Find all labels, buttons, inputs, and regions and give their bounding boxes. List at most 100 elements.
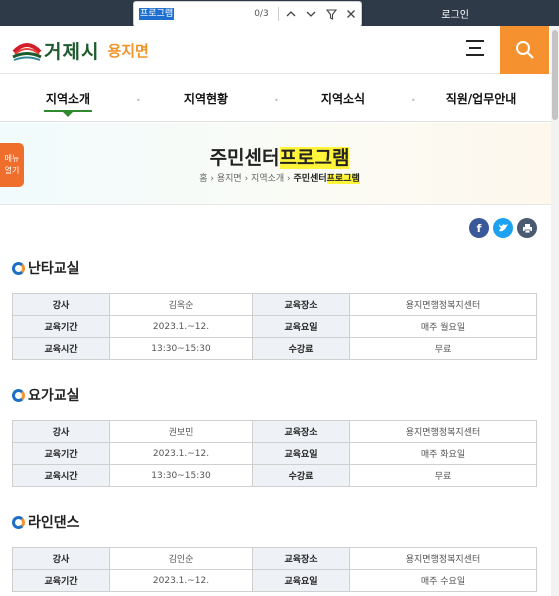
scrollbar-thumb[interactable] xyxy=(552,30,558,120)
table-key: 교육기간 xyxy=(12,569,110,592)
nav-item-status[interactable]: 지역현황 xyxy=(184,90,228,107)
site-logo[interactable]: 거제시 용지면 xyxy=(12,37,149,64)
hamburger-menu-button[interactable] xyxy=(466,40,484,58)
breadcrumb: 홈 › 용지면 › 지역소개 › 주민센터프로그램 xyxy=(0,171,559,184)
menu-bar-line xyxy=(466,54,484,56)
page-scrollbar[interactable] xyxy=(551,26,559,596)
table-value: 2023.1.~12. xyxy=(109,442,253,465)
page-title: 주민센터프로그램 xyxy=(0,143,559,170)
nav-item-intro[interactable]: 지역소개 xyxy=(43,90,93,112)
town-name: 용지면 xyxy=(107,42,149,60)
table-key: 교육요일 xyxy=(252,569,350,592)
section-title: 요가교실 xyxy=(12,385,80,405)
site-header: 거제시 용지면 xyxy=(0,26,559,74)
nav-separator: • xyxy=(411,96,416,105)
section-title-text: 요가교실 xyxy=(28,388,80,404)
section-title: 난타교실 xyxy=(12,258,80,278)
table-key: 교육장소 xyxy=(252,547,350,570)
table-value: 무료 xyxy=(349,464,537,487)
table-row: 교육기간 2023.1.~12. 교육요일 매주 월요일 xyxy=(12,315,537,338)
table-value: 매주 수요일 xyxy=(349,569,537,592)
table-value: 김인순 xyxy=(109,547,253,570)
chevron-right-icon: › xyxy=(210,174,214,184)
table-row: 강사 김옥순 교육장소 용지면행정복지센터 xyxy=(12,293,537,316)
nav-item-staff[interactable]: 직원/업무안내 xyxy=(446,90,517,107)
table-key: 강사 xyxy=(12,420,110,443)
table-value: 용지면행정복지센터 xyxy=(349,547,537,570)
section-title-text: 난타교실 xyxy=(28,261,80,277)
table-key: 교육요일 xyxy=(252,315,350,338)
nav-separator: • xyxy=(136,96,141,105)
find-query-text: 프로그램 xyxy=(139,8,175,20)
chevron-right-icon: › xyxy=(244,174,249,184)
table-row: 교육시간 13:30~15:30 수강료 무료 xyxy=(12,337,537,360)
table-key: 교육장소 xyxy=(252,420,350,443)
table-value: 13:30~15:30 xyxy=(109,337,253,360)
table-value: 무료 xyxy=(349,337,537,360)
menu-bar-line xyxy=(466,40,484,42)
chevron-up-icon xyxy=(286,11,296,17)
geoje-logo-mark xyxy=(12,42,42,61)
table-value: 2023.1.~12. xyxy=(109,569,253,592)
table-value: 용지면행정복지센터 xyxy=(349,420,537,443)
table-row: 교육시간 13:30~15:30 수강료 무료 xyxy=(12,464,537,487)
close-icon xyxy=(347,10,355,18)
page-title-prefix: 주민센터 xyxy=(209,147,280,169)
table-key: 교육기간 xyxy=(12,315,110,338)
program-info-table: 강사 권보민 교육장소 용지면행정복지센터 교육기간 2023.1.~12. 교육요일 매주… xyxy=(12,420,537,487)
table-key: 수강료 xyxy=(252,337,350,360)
find-in-page-bar: 프로그램 0/3 xyxy=(133,1,362,27)
page-title-highlight: 프로그램 xyxy=(279,147,350,169)
find-previous-button[interactable] xyxy=(281,4,301,24)
table-value: 2023.1.~12. xyxy=(109,315,253,338)
section-bullet-icon xyxy=(12,388,25,402)
facebook-icon: f xyxy=(476,221,482,235)
nav-item-news[interactable]: 지역소식 xyxy=(321,90,365,107)
table-key: 강사 xyxy=(12,293,110,316)
table-key: 수강료 xyxy=(252,464,350,487)
find-close-button[interactable] xyxy=(341,4,361,24)
section-bullet-icon xyxy=(12,261,25,275)
twitter-share-button[interactable] xyxy=(493,218,513,238)
search-button[interactable] xyxy=(500,26,549,74)
table-key: 강사 xyxy=(12,547,110,570)
table-key: 교육시간 xyxy=(12,464,110,487)
active-nav-indicator xyxy=(63,112,73,117)
table-value: 권보민 xyxy=(109,420,253,443)
facebook-share-button[interactable]: f xyxy=(469,218,489,238)
table-value: 용지면행정복지센터 xyxy=(349,293,537,316)
table-row: 강사 김인순 교육장소 용지면행정복지센터 xyxy=(12,547,537,570)
filter-icon xyxy=(325,8,337,20)
breadcrumb-current-highlight: 프로그램 xyxy=(326,174,360,184)
table-key: 교육기간 xyxy=(12,442,110,465)
city-name: 거제시 xyxy=(44,41,100,63)
table-key: 교육시간 xyxy=(12,337,110,360)
table-value: 13:30~15:30 xyxy=(109,464,253,487)
table-row: 교육기간 2023.1.~12. 교육요일 매주 수요일 xyxy=(12,569,537,592)
chevron-down-icon xyxy=(306,11,316,17)
table-row: 교육기간 2023.1.~12. 교육요일 매주 화요일 xyxy=(12,442,537,465)
find-input[interactable]: 프로그램 xyxy=(139,6,247,22)
section-bullet-icon xyxy=(12,515,25,529)
menu-bar-line xyxy=(469,47,481,49)
table-value: 매주 화요일 xyxy=(349,442,537,465)
page-root: { "topbar": {"login": "로그인"}, "findbar":… xyxy=(0,0,559,596)
find-next-button[interactable] xyxy=(301,4,321,24)
breadcrumb-home[interactable]: 홈 xyxy=(199,174,207,184)
section-title-text: 라인댄스 xyxy=(28,515,80,531)
table-key: 교육장소 xyxy=(252,293,350,316)
main-navigation: 지역소개 • 지역현황 • 지역소식 • 직원/업무안내 xyxy=(0,74,559,122)
find-filter-button[interactable] xyxy=(321,4,341,24)
breadcrumb-current: 주민센터프로그램 xyxy=(294,174,360,184)
breadcrumb-intro[interactable]: 지역소개 xyxy=(251,174,284,184)
search-icon xyxy=(515,41,534,59)
program-info-table: 강사 김옥순 교육장소 용지면행정복지센터 교육기간 2023.1.~12. 교육요일 매주… xyxy=(12,293,537,360)
breadcrumb-town[interactable]: 용지면 xyxy=(217,174,242,184)
find-match-count: 0/3 xyxy=(254,9,269,19)
table-key: 교육요일 xyxy=(252,442,350,465)
section-title: 라인댄스 xyxy=(12,512,80,532)
nav-separator: • xyxy=(274,96,279,105)
print-button[interactable] xyxy=(517,218,537,238)
table-value: 매주 월요일 xyxy=(349,315,537,338)
login-link[interactable]: 로그인 xyxy=(441,6,469,21)
